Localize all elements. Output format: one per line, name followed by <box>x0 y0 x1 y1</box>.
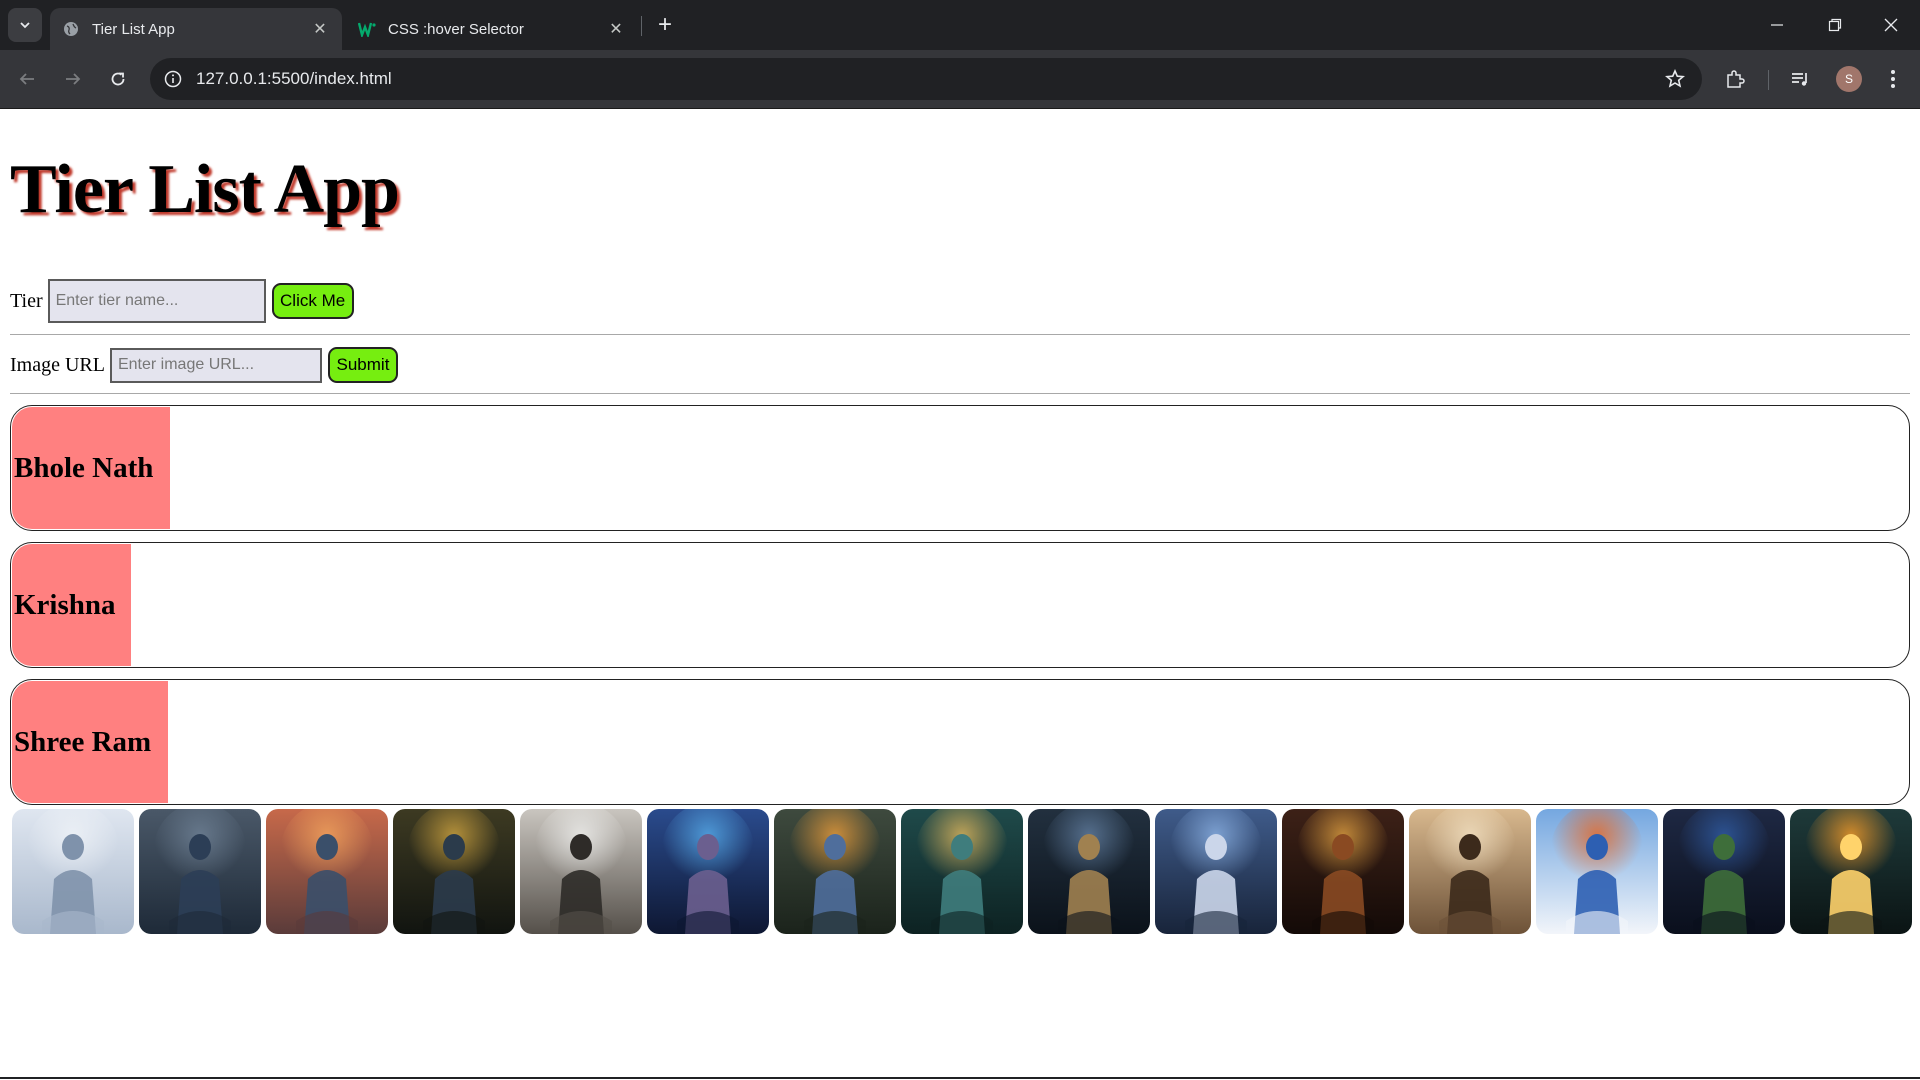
submit-image-button[interactable]: Submit <box>327 347 398 383</box>
deity-image-shiva-fire-orange[interactable] <box>266 809 388 934</box>
tab-css-hover-selector[interactable]: CSS :hover Selector ✕ <box>346 8 638 50</box>
chevron-down-icon <box>20 22 30 29</box>
deity-image-ram-sunset-silhouette[interactable] <box>1790 809 1912 934</box>
tier-row[interactable]: Bhole Nath <box>10 405 1910 531</box>
browser-toolbar: 127.0.0.1:5500/index.html <box>0 50 1920 109</box>
tier-form: Tier Click Me <box>10 279 354 323</box>
deity-image-shiva-trident-meditation[interactable] <box>139 809 261 934</box>
tier-label-krishna: Krishna <box>12 544 131 666</box>
address-bar[interactable]: 127.0.0.1:5500/index.html <box>150 58 1702 100</box>
minimize-button[interactable] <box>1748 0 1806 50</box>
back-button[interactable] <box>10 62 44 96</box>
playlist-icon <box>1792 73 1807 86</box>
tier-label: Tier <box>10 289 43 312</box>
tab-title: CSS :hover Selector <box>388 20 524 38</box>
new-tab-button[interactable]: + <box>650 10 680 40</box>
tab-divider <box>641 16 642 36</box>
forward-button[interactable] <box>56 62 90 96</box>
deity-image-ram-golden-crown[interactable] <box>1282 809 1404 934</box>
close-window-button[interactable] <box>1862 0 1920 50</box>
more-vertical-icon <box>1891 70 1895 88</box>
browser-tab-bar: Tier List App ✕ CSS :hover Selector ✕ + <box>0 0 1920 50</box>
tier-label-bhole-nath: Bhole Nath <box>12 407 170 529</box>
site-info-icon[interactable] <box>162 68 184 90</box>
window-bottom-border <box>0 1077 1920 1079</box>
tier-label-shree-ram: Shree Ram <box>12 681 168 803</box>
divider <box>10 334 1910 335</box>
w3schools-icon <box>358 20 376 38</box>
deity-image-shiva-golden-halo[interactable] <box>393 809 515 934</box>
deity-image-ram-temple-bow[interactable] <box>1409 809 1531 934</box>
reload-icon <box>111 72 125 86</box>
profile-avatar[interactable]: S <box>1836 66 1862 92</box>
tier-row[interactable]: Krishna <box>10 542 1910 668</box>
close-tab-icon[interactable]: ✕ <box>606 19 626 39</box>
reload-button[interactable] <box>101 62 135 96</box>
puzzle-icon <box>1727 70 1745 88</box>
deity-image-ram-sky-clouds[interactable] <box>1536 809 1658 934</box>
tier-row[interactable]: Shree Ram <box>10 679 1910 805</box>
arrow-right-icon <box>66 73 81 85</box>
toolbar-divider <box>1768 70 1769 90</box>
close-icon <box>1884 18 1898 32</box>
deity-image-krishna-dark-blue[interactable] <box>1028 809 1150 934</box>
divider <box>10 393 1910 394</box>
deity-image-krishna-chakra-teal[interactable] <box>901 809 1023 934</box>
url-text: 127.0.0.1:5500/index.html <box>196 69 392 88</box>
deity-image-ram-bow-dark[interactable] <box>1663 809 1785 934</box>
tab-title: Tier List App <box>92 20 175 38</box>
minimize-icon <box>1771 24 1783 26</box>
restore-button[interactable] <box>1806 0 1864 50</box>
deity-image-krishna-flute-blue[interactable] <box>1155 809 1277 934</box>
image-url-input[interactable] <box>109 347 322 383</box>
deity-image-shiva-white-meditation[interactable] <box>12 809 134 934</box>
globe-icon <box>62 20 80 38</box>
media-controls-button[interactable] <box>1784 62 1818 96</box>
deity-image-shiva-cosmic-blue[interactable] <box>647 809 769 934</box>
tab-search-button[interactable] <box>8 8 42 42</box>
page-content: Tier List App Tier Click Me Image URL Su… <box>0 110 1920 1079</box>
arrow-left-icon <box>19 73 34 85</box>
browser-menu-button[interactable] <box>1876 62 1910 96</box>
extensions-button[interactable] <box>1718 62 1752 96</box>
tab-tier-list-app[interactable]: Tier List App ✕ <box>50 8 342 50</box>
restore-icon <box>1828 18 1842 32</box>
deity-image-krishna-flute-orange[interactable] <box>774 809 896 934</box>
bookmark-star-icon[interactable] <box>1660 64 1690 94</box>
image-form: Image URL Submit <box>10 347 398 383</box>
tier-name-input[interactable] <box>47 279 266 323</box>
page-title: Tier List App <box>10 151 400 228</box>
add-tier-button[interactable]: Click Me <box>271 283 354 319</box>
close-tab-icon[interactable]: ✕ <box>310 19 330 39</box>
deity-image-shiva-grayscale-tree[interactable] <box>520 809 642 934</box>
image-url-label: Image URL <box>10 353 105 376</box>
